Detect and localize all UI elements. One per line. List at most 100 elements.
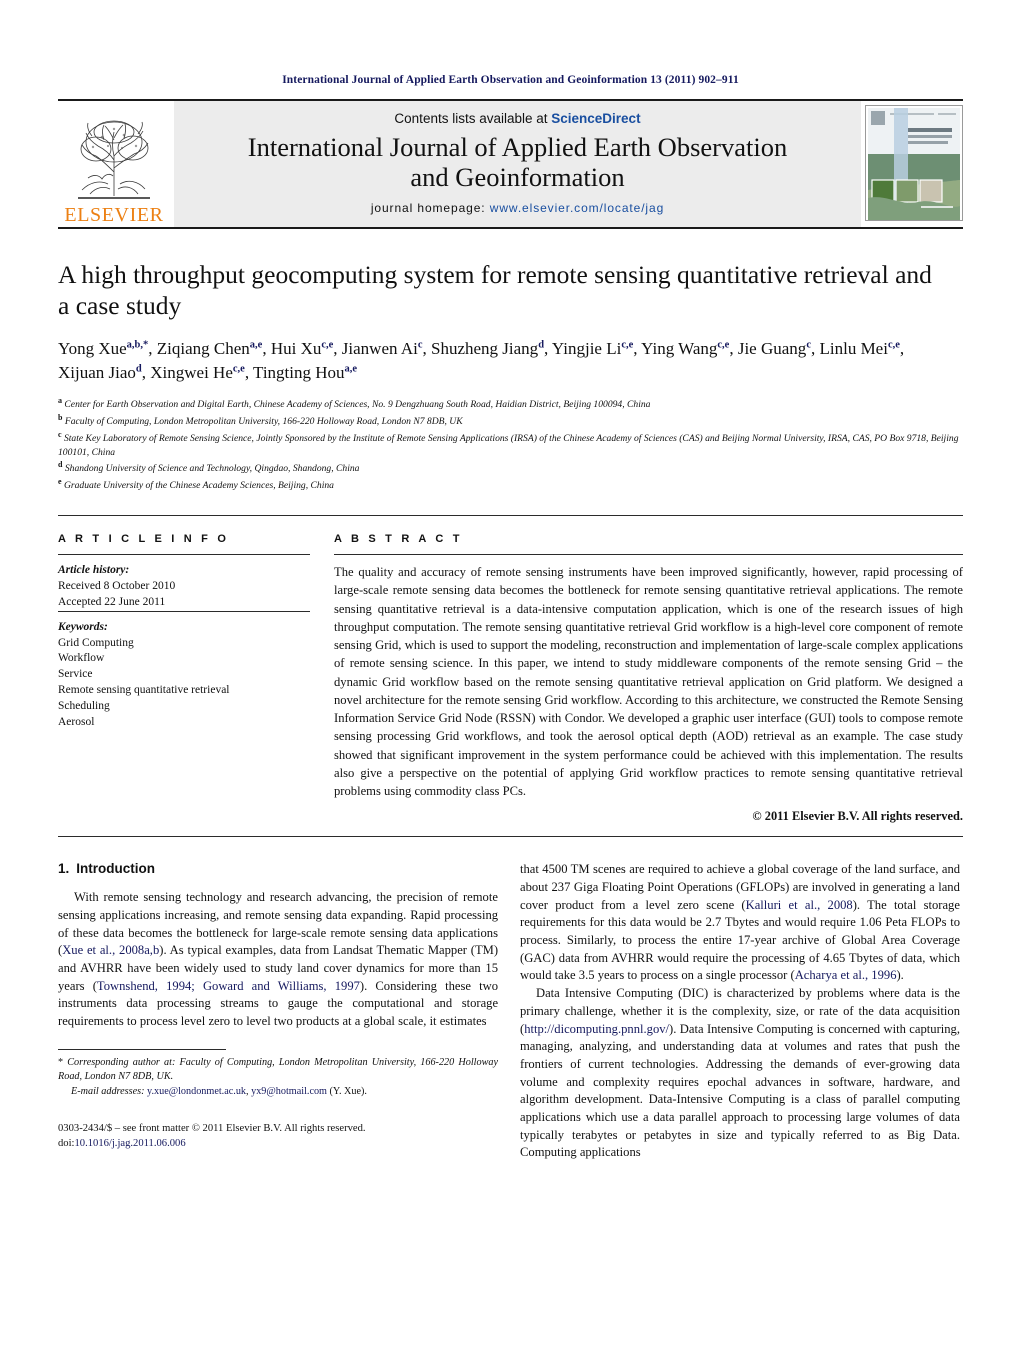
keywords-rule: [58, 610, 310, 612]
email-address-1[interactable]: y.xue@londonmet.ac.uk: [147, 1086, 246, 1097]
article-history-block: Article history: Received 8 October 2010…: [58, 563, 310, 611]
elsevier-logo: ELSEVIER: [58, 101, 170, 227]
citation-kalluri-2008[interactable]: Kalluri et al., 2008: [746, 898, 853, 912]
author-name-5: Yingjie Li: [551, 339, 622, 359]
corresponding-mark: *: [58, 1056, 64, 1068]
intro-p2-b: ). Data Intensive Computing is concerned…: [520, 1021, 960, 1160]
author-name-1: Ziqiang Chen: [156, 339, 250, 359]
doi-label: doi:: [58, 1138, 75, 1150]
author-sup-7: c: [806, 339, 811, 351]
link-dicomputing[interactable]: http://dicomputing.pnnl.gov/: [524, 1022, 669, 1036]
section-number: 1.: [58, 861, 70, 877]
article-info-rule: [58, 554, 310, 556]
article-received: Received 8 October 2010: [58, 579, 176, 592]
affiliation-text-e: Graduate University of the Chinese Acade…: [63, 480, 334, 492]
keyword-2: Service: [58, 668, 93, 681]
affiliation-e: e Graduate University of the Chinese Aca…: [58, 476, 963, 493]
affiliation-text-d: Shandong University of Science and Techn…: [64, 463, 360, 475]
cover-art-icon: [866, 106, 962, 220]
keywords-block: Keywords: Grid Computing Workflow Servic…: [58, 620, 310, 731]
affiliation-mark-a: a: [58, 396, 62, 406]
journal-homepage-line: journal homepage: www.elsevier.com/locat…: [371, 201, 664, 215]
email-note: E-mail addresses: y.xue@londonmet.ac.uk,…: [71, 1085, 367, 1097]
contents-available-line: Contents lists available at ScienceDirec…: [394, 111, 640, 126]
email-label: E-mail addresses:: [71, 1085, 145, 1097]
author-name-10: Xingwei He: [150, 363, 233, 383]
affiliation-mark-c: c: [58, 430, 62, 440]
author-name-6: Ying Wang: [641, 339, 718, 359]
journal-cover-thumbnail: [865, 105, 963, 221]
corresponding-author-note: * Corresponding author at: Faculty of Co…: [58, 1056, 498, 1084]
abstract-bottom-rule: [58, 836, 963, 838]
citation-xue-2008[interactable]: Xue et al., 2008a,b: [62, 943, 159, 957]
author-name-2: Hui Xu: [270, 339, 322, 359]
page-title: A high throughput geocomputing system fo…: [58, 260, 932, 321]
keywords-label: Keywords:: [58, 620, 108, 633]
abstract-column: A B S T R A C T The quality and accuracy…: [334, 533, 963, 824]
issn-block: 0303-2434/$ – see front matter © 2011 El…: [58, 1122, 498, 1151]
journal-article-page: International Journal of Applied Earth O…: [0, 0, 1021, 1351]
affiliation-mark-b: b: [58, 413, 63, 423]
issn-line: 0303-2434/$ – see front matter © 2011 El…: [58, 1123, 366, 1135]
abstract-heading: A B S T R A C T: [334, 533, 463, 546]
author-sup-10: c,e: [232, 363, 245, 375]
author-sup-4: d: [538, 339, 545, 351]
journal-band: Contents lists available at ScienceDirec…: [174, 101, 861, 227]
author-sup-3: c: [417, 339, 423, 351]
author-name-4: Shuzheng Jiang: [431, 339, 539, 359]
article-info-heading: A R T I C L E I N F O: [58, 533, 230, 546]
homepage-url[interactable]: www.elsevier.com/locate/jag: [490, 201, 664, 215]
running-head: International Journal of Applied Earth O…: [282, 74, 739, 86]
footnote-rule-block: [58, 1048, 226, 1056]
journal-masthead: ELSEVIER Contents lists available at Sci…: [58, 99, 963, 227]
keyword-4: Scheduling: [58, 699, 110, 712]
abstract-text: The quality and accuracy of remote sensi…: [334, 565, 963, 799]
author-name-7: Jie Guang: [737, 339, 807, 359]
keyword-5: Aerosol: [58, 715, 95, 728]
keyword-0: Grid Computing: [58, 636, 134, 649]
affiliation-list: a Center for Earth Observation and Digit…: [58, 395, 963, 493]
elsevier-tree-icon: [78, 120, 150, 199]
affiliation-text-c: State Key Laboratory of Remote Sensing S…: [58, 433, 959, 458]
article-info-column: A R T I C L E I N F O Article history: R…: [58, 533, 310, 824]
email-address-2[interactable]: yx9@hotmail.com: [251, 1086, 327, 1097]
author-sup-9: d: [135, 363, 142, 375]
intro-paragraph-1-cont: that 4500 TM scenes are required to achi…: [520, 861, 960, 985]
author-list: Yong Xuea,b,*, Ziqiang Chena,e, Hui Xuc,…: [58, 339, 905, 383]
author-sup-5: c,e: [621, 339, 634, 351]
doi-value[interactable]: 10.1016/j.jag.2011.06.006: [74, 1138, 185, 1149]
homepage-label: journal homepage:: [370, 201, 486, 216]
author-sup-11: a,e: [344, 363, 358, 375]
abstract-rule: [334, 554, 963, 556]
author-name-9: Xijuan Jiao: [58, 363, 136, 383]
journal-title: International Journal of Applied Earth O…: [247, 131, 788, 192]
doi-line: doi:10.1016/j.jag.2011.06.006: [58, 1137, 498, 1152]
affiliation-a: a Center for Earth Observation and Digit…: [58, 395, 963, 412]
article-info-abstract-band: A R T I C L E I N F O Article history: R…: [58, 515, 963, 824]
keyword-1: Workflow: [58, 652, 105, 665]
author-name-8: Linlu Mei: [819, 339, 888, 359]
author-sup-6: c,e: [717, 339, 730, 351]
article-accepted: Accepted 22 June 2011: [58, 595, 166, 608]
author-name-3: Jianwen Ai: [341, 339, 418, 359]
affiliation-mark-e: e: [58, 477, 62, 487]
section-heading-introduction: 1. Introduction: [58, 861, 498, 876]
author-sup-0: a,b,*: [126, 339, 149, 351]
sciencedirect-link[interactable]: ScienceDirect: [551, 111, 640, 126]
masthead-bottom-rule: [58, 227, 963, 229]
author-sup-1: a,e: [249, 339, 263, 351]
elsevier-wordmark: ELSEVIER: [64, 204, 164, 226]
intro-paragraph-2: Data Intensive Computing (DIC) is charac…: [520, 985, 960, 1162]
affiliation-text-a: Center for Earth Observation and Digital…: [64, 399, 651, 411]
citation-townshend-goward[interactable]: Townshend, 1994; Goward and Williams, 19…: [97, 979, 360, 993]
body-column-right: that 4500 TM scenes are required to achi…: [520, 861, 960, 1162]
email-owner: (Y. Xue).: [329, 1085, 367, 1097]
section-title: Introduction: [76, 861, 155, 877]
body-column-left: 1. Introduction With remote sensing techn…: [58, 861, 498, 1162]
author-name-11: Tingting Hou: [253, 363, 345, 383]
affiliation-mark-d: d: [58, 460, 63, 470]
article-history-label: Article history:: [58, 564, 130, 577]
contents-prefix: Contents lists available at: [394, 110, 552, 126]
corresponding-text: Corresponding author at: Faculty of Comp…: [58, 1056, 498, 1082]
citation-acharya-1996[interactable]: Acharya et al., 1996: [795, 968, 897, 982]
